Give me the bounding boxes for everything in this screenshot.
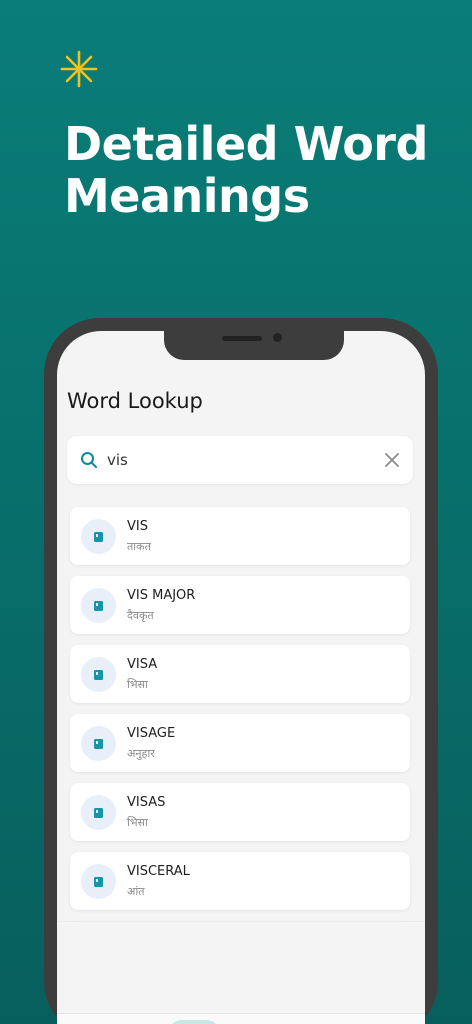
promo-headline: Detailed Word Meanings	[64, 118, 464, 222]
page-title: Word Lookup	[67, 389, 203, 413]
book-icon	[94, 532, 103, 542]
meaning-label: भिसा	[127, 678, 148, 691]
book-badge	[81, 864, 116, 899]
word-label: VIS	[127, 519, 148, 534]
search-input[interactable]	[107, 436, 367, 484]
phone-notch	[164, 331, 344, 360]
phone-frame: Word Lookup VIS ताकत	[44, 318, 438, 1024]
book-icon	[94, 670, 103, 680]
book-badge	[81, 795, 116, 830]
meaning-label: भिसा	[127, 816, 148, 829]
book-badge	[81, 588, 116, 623]
book-badge	[81, 726, 116, 761]
meaning-label: दैवकृत	[127, 609, 154, 622]
word-label: VISCERAL	[127, 864, 190, 879]
list-item[interactable]: VISAGE अनुहार	[70, 714, 410, 772]
phone-screen: Word Lookup VIS ताकत	[57, 331, 425, 1024]
list-item[interactable]: VISCERAL आंत	[70, 852, 410, 910]
book-icon	[94, 601, 103, 611]
list-item[interactable]: VISAS भिसा	[70, 783, 410, 841]
search-icon	[81, 452, 97, 468]
camera	[273, 333, 282, 342]
word-label: VISAS	[127, 795, 166, 810]
book-icon	[94, 739, 103, 749]
meaning-label: आंत	[127, 885, 145, 898]
sparkle-icon	[60, 50, 98, 88]
close-icon[interactable]	[385, 453, 399, 467]
search-bar[interactable]	[67, 436, 413, 484]
word-label: VISAGE	[127, 726, 176, 741]
book-badge	[81, 519, 116, 554]
meaning-label: ताकत	[127, 540, 151, 553]
bottom-nav	[57, 1013, 425, 1024]
list-item[interactable]: VIS ताकत	[70, 507, 410, 565]
meaning-label: अनुहार	[127, 747, 155, 760]
word-label: VIS MAJOR	[127, 588, 196, 603]
list-item[interactable]: VISA भिसा	[70, 645, 410, 703]
book-icon	[94, 808, 103, 818]
book-badge	[81, 657, 116, 692]
headline-line-1: Detailed Word	[64, 117, 428, 171]
book-icon	[94, 877, 103, 887]
headline-line-2: Meanings	[64, 169, 310, 223]
list-footer-area	[57, 921, 425, 1024]
list-item[interactable]: VIS MAJOR दैवकृत	[70, 576, 410, 634]
word-label: VISA	[127, 657, 158, 672]
speaker	[222, 336, 262, 341]
nav-active-pill[interactable]	[167, 1020, 221, 1024]
